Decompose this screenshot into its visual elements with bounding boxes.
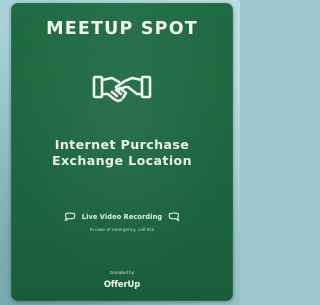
emergency-note: In case of emergency, call 911 — [89, 227, 155, 232]
recording-row: Live Video Recording — [11, 210, 233, 224]
sign-title: MEETUP SPOT — [46, 19, 198, 39]
subtitle-line-2: Exchange Location — [52, 153, 192, 168]
subtitle-line-1: Internet Purchase — [54, 137, 190, 152]
meetup-spot-sign: MEETUP SPOT Internet Purchase Exchange L… — [11, 3, 233, 301]
speech-bubble-icon — [64, 212, 76, 222]
brand-logo-text: OfferUp — [103, 279, 141, 289]
recording-label: Live Video Recording — [81, 213, 163, 221]
donated-by-label: Donated by — [109, 271, 135, 276]
handshake-icon — [92, 75, 152, 103]
speech-bubble-icon — [168, 212, 180, 222]
